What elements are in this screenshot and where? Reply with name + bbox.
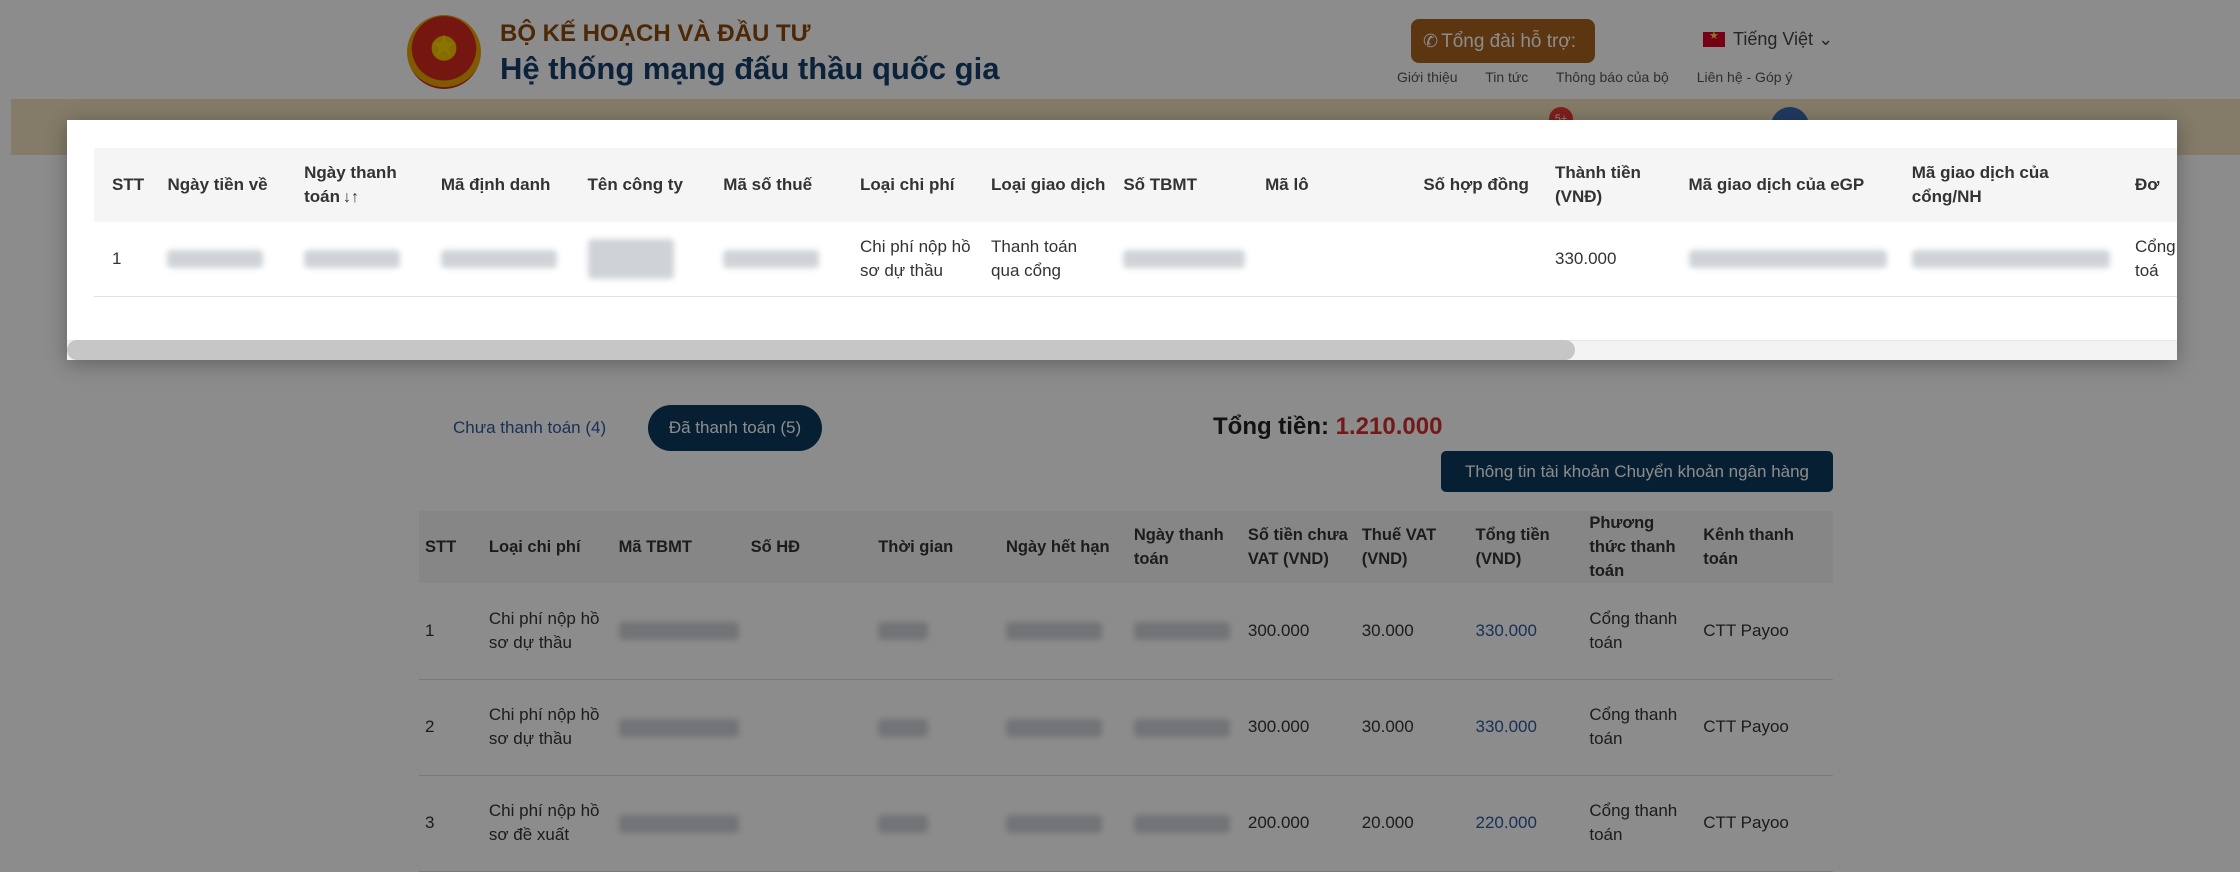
transaction-detail-modal: × STT Ngày tiền về Ngày thanh toán↓↑ Mã … bbox=[67, 120, 2177, 360]
sort-icon[interactable]: ↓↑ bbox=[343, 189, 359, 206]
redacted-value bbox=[440, 250, 557, 269]
col-received-date: Ngày tiền về bbox=[149, 148, 287, 222]
cell-egp-transaction bbox=[1670, 222, 1894, 297]
redacted-value bbox=[723, 250, 820, 269]
col-tbmt: Số TBMT bbox=[1105, 148, 1248, 222]
col-stt: STT bbox=[94, 148, 150, 222]
col-gateway-transaction: Mã giao dịch của cổng/NH bbox=[1893, 148, 2117, 222]
cell-company-name bbox=[569, 222, 706, 297]
redacted-value bbox=[1123, 250, 1246, 269]
cell-cost-type: Chi phí nộp hồ sơ dự thầu bbox=[841, 222, 974, 297]
col-tax-code: Mã số thuế bbox=[705, 148, 842, 222]
cell-payment-date bbox=[286, 222, 423, 297]
col-payment-date[interactable]: Ngày thanh toán ↓↑ bbox=[286, 148, 423, 222]
horizontal-scrollbar-thumb[interactable] bbox=[67, 340, 1575, 360]
cell-tax-code bbox=[705, 222, 842, 297]
col-cost-type: Loại chi phí bbox=[841, 148, 974, 222]
cell-identifier bbox=[422, 222, 570, 297]
transaction-table: STT Ngày tiền về Ngày thanh toán ↓↑ Mã đị… bbox=[94, 148, 2177, 297]
col-truncated: Đơ bbox=[2117, 148, 2177, 222]
col-transaction-type: Loại giao dịch bbox=[973, 148, 1105, 222]
redacted-value bbox=[304, 250, 401, 269]
col-company-name: Tên công ty bbox=[569, 148, 706, 222]
redacted-value bbox=[1911, 250, 2110, 269]
col-egp-transaction: Mã giao dịch của eGP bbox=[1670, 148, 1894, 222]
col-identifier: Mã định danh bbox=[422, 148, 570, 222]
cell-gateway-transaction bbox=[1893, 222, 2117, 297]
cell-transaction-type: Thanh toán qua cổng bbox=[973, 222, 1106, 297]
redacted-value bbox=[1688, 250, 1887, 269]
col-amount: Thành tiền (VNĐ) bbox=[1536, 148, 1671, 222]
table-header-row: STT Ngày tiền về Ngày thanh toán ↓↑ Mã đị… bbox=[94, 148, 2177, 222]
redacted-value bbox=[167, 250, 264, 269]
cell-received-date bbox=[149, 222, 287, 297]
cell-stt: 1 bbox=[94, 222, 150, 297]
cell-contract-no bbox=[1405, 222, 1537, 297]
col-lot: Mã lô bbox=[1247, 148, 1406, 222]
cell-tbmt bbox=[1105, 222, 1248, 297]
col-contract-no: Số hợp đồng bbox=[1405, 148, 1537, 222]
table-row: 1 Chi phí nộp hồ sơ dự thầu Thanh toán q… bbox=[94, 222, 2177, 297]
cell-amount: 330.000 bbox=[1536, 222, 1671, 297]
modal-table-viewport: STT Ngày tiền về Ngày thanh toán ↓↑ Mã đị… bbox=[94, 148, 2177, 324]
cell-lot bbox=[1247, 222, 1406, 297]
cell-truncated: Cổng toá bbox=[2117, 222, 2177, 297]
redacted-value bbox=[587, 238, 674, 279]
